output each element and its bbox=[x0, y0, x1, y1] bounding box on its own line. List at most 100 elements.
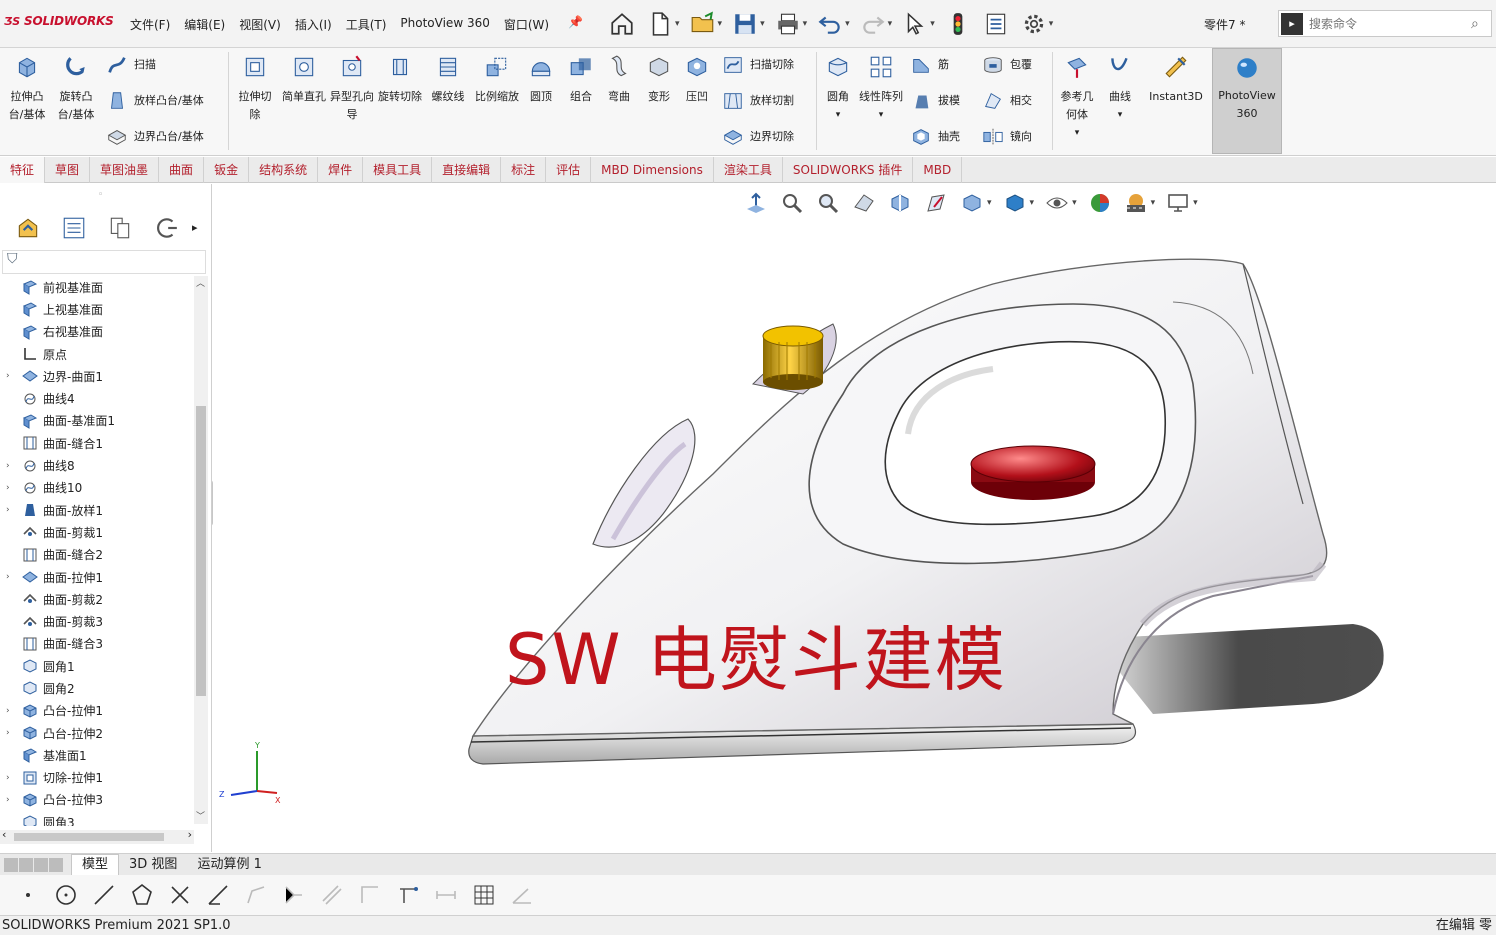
zoom-area-button[interactable] bbox=[813, 188, 843, 218]
tab-structure-system[interactable]: 结构系统 bbox=[249, 157, 319, 183]
menu-photoview[interactable]: PhotoView 360 bbox=[400, 16, 489, 33]
menu-window[interactable]: 窗口(W) bbox=[504, 16, 549, 33]
horizontal-dimension-tool[interactable] bbox=[432, 881, 460, 909]
tab-solidworks-addins[interactable]: SOLIDWORKS 插件 bbox=[783, 157, 914, 183]
solidworks-logo[interactable]: ƷS SOLIDWORKS bbox=[4, 14, 114, 28]
expand-arrow-icon[interactable]: › bbox=[6, 505, 10, 515]
lofted-cut-button[interactable]: 放样切割 bbox=[722, 86, 794, 116]
grid-tool[interactable] bbox=[470, 881, 498, 909]
tree-item[interactable]: › 切除-拉伸1 bbox=[0, 767, 194, 789]
tab-dimxpert-manager[interactable] bbox=[146, 212, 186, 244]
shell-button[interactable]: 抽壳 bbox=[910, 122, 960, 152]
tab-sketch[interactable]: 草图 bbox=[45, 157, 91, 183]
tab-evaluate[interactable]: 评估 bbox=[546, 157, 592, 183]
instant3d-button[interactable]: Instant3D bbox=[1144, 48, 1208, 106]
tab-mbd-dimensions[interactable]: MBD Dimensions bbox=[591, 157, 714, 183]
tree-item[interactable]: 原点 bbox=[0, 343, 194, 365]
loft-boss-button[interactable]: 放样凸台/基体 bbox=[106, 86, 204, 116]
fillet-button[interactable]: 圆角 ▾ bbox=[820, 48, 856, 124]
new-dropdown-caret[interactable]: ▾ bbox=[675, 19, 680, 29]
angle-dimension-tool[interactable] bbox=[508, 881, 536, 909]
helix-button[interactable]: 螺纹线 bbox=[426, 48, 470, 106]
tree-item[interactable]: › 曲线8 bbox=[0, 454, 194, 476]
tree-item[interactable]: 曲面-缝合1 bbox=[0, 432, 194, 454]
deform-button[interactable]: 变形 bbox=[640, 48, 678, 106]
boundary-cut-button[interactable]: 边界切除 bbox=[722, 122, 794, 152]
tree-item[interactable]: 曲面-缝合3 bbox=[0, 633, 194, 655]
tab-mold-tools[interactable]: 模具工具 bbox=[363, 157, 433, 183]
swept-cut-button[interactable]: 扫描切除 bbox=[722, 50, 794, 80]
options-dropdown-caret[interactable]: ▾ bbox=[1049, 19, 1054, 29]
tab-markup[interactable]: 标注 bbox=[501, 157, 547, 183]
hide-show-items-button[interactable] bbox=[1042, 188, 1072, 218]
tree-item[interactable]: › 凸台-拉伸3 bbox=[0, 789, 194, 811]
boundary-boss-button[interactable]: 边界凸台/基体 bbox=[106, 122, 204, 152]
ref-geometry-dropdown-caret[interactable]: ▾ bbox=[1056, 124, 1098, 142]
expand-arrow-icon[interactable]: › bbox=[6, 483, 10, 493]
apply-scene-button[interactable] bbox=[1121, 188, 1151, 218]
pin-icon[interactable]: 📌 bbox=[568, 15, 583, 29]
section-view-button[interactable] bbox=[885, 188, 915, 218]
tab-features[interactable]: 特征 bbox=[0, 157, 46, 183]
new-document-button[interactable] bbox=[643, 8, 677, 40]
select-button[interactable] bbox=[898, 8, 932, 40]
expand-arrow-icon[interactable]: › bbox=[6, 371, 10, 381]
tree-item[interactable]: 前视基准面 bbox=[0, 276, 194, 298]
combine-button[interactable]: 组合 bbox=[562, 48, 600, 106]
search-icon[interactable]: ⌕ bbox=[1471, 16, 1491, 32]
tree-item[interactable]: 曲面-剪裁1 bbox=[0, 521, 194, 543]
sketch-fillet-tool[interactable] bbox=[242, 881, 270, 909]
scale-button[interactable]: 比例缩放 bbox=[474, 48, 520, 106]
tab-property-manager[interactable] bbox=[54, 212, 94, 244]
tree-item[interactable]: 基准面1 bbox=[0, 744, 194, 766]
view-settings-button[interactable] bbox=[1163, 188, 1193, 218]
sweep-button[interactable]: 扫描 bbox=[106, 50, 156, 80]
tab-feature-manager[interactable] bbox=[8, 212, 48, 244]
first-tab-button[interactable] bbox=[4, 857, 18, 872]
chamfer-tool[interactable] bbox=[280, 881, 308, 909]
scroll-up-arrow[interactable]: ︿ bbox=[196, 276, 205, 289]
menu-view[interactable]: 视图(V) bbox=[239, 16, 281, 33]
construction-line-tool[interactable] bbox=[394, 881, 422, 909]
circle-tool[interactable] bbox=[52, 881, 80, 909]
hscroll-thumb[interactable] bbox=[14, 833, 164, 841]
next-tab-button[interactable] bbox=[34, 857, 48, 872]
tree-item[interactable]: › 边界-曲面1 bbox=[0, 365, 194, 387]
polygon-tool[interactable] bbox=[128, 881, 156, 909]
menu-edit[interactable]: 编辑(E) bbox=[184, 16, 225, 33]
mirror-button[interactable]: 镜向 bbox=[982, 122, 1032, 152]
tree-item[interactable]: 曲面-基准面1 bbox=[0, 410, 194, 432]
view-settings-caret[interactable]: ▾ bbox=[1193, 198, 1198, 208]
extrude-cut-button[interactable]: 拉伸切除 bbox=[234, 48, 276, 124]
save-button[interactable] bbox=[728, 8, 762, 40]
expand-arrow-icon[interactable]: › bbox=[6, 773, 10, 783]
tree-item[interactable]: › 曲面-放样1 bbox=[0, 499, 194, 521]
open-button[interactable] bbox=[686, 8, 720, 40]
hide-show-caret[interactable]: ▾ bbox=[1072, 198, 1077, 208]
print-dropdown-caret[interactable]: ▾ bbox=[803, 19, 808, 29]
rib-button[interactable]: 筋 bbox=[910, 50, 949, 80]
expand-arrow-icon[interactable]: › bbox=[6, 706, 10, 716]
previous-view-button[interactable] bbox=[849, 188, 879, 218]
expand-arrow-icon[interactable]: › bbox=[6, 795, 10, 805]
prev-tab-button[interactable] bbox=[19, 857, 33, 872]
intersect-button[interactable]: 相交 bbox=[982, 86, 1032, 116]
last-tab-button[interactable] bbox=[49, 857, 63, 872]
select-dropdown-caret[interactable]: ▾ bbox=[930, 19, 935, 29]
trim-tool[interactable] bbox=[166, 881, 194, 909]
reference-geometry-button[interactable]: 参考几何体 ▾ bbox=[1056, 48, 1098, 142]
photoview-360-button[interactable]: PhotoView 360 bbox=[1212, 48, 1282, 154]
tree-item[interactable]: 圆角3 bbox=[0, 811, 194, 826]
tree-item[interactable]: 曲面-剪裁2 bbox=[0, 588, 194, 610]
extrude-boss-button[interactable]: 拉伸凸台/基体 bbox=[6, 48, 48, 124]
expand-arrow-icon[interactable]: › bbox=[6, 572, 10, 582]
display-style-caret[interactable]: ▾ bbox=[1030, 198, 1035, 208]
draft-button[interactable]: 拔模 bbox=[910, 86, 960, 116]
indent-button[interactable]: 压凹 bbox=[678, 48, 716, 106]
tab-model[interactable]: 模型 bbox=[71, 854, 120, 875]
wrap-button[interactable]: 包覆 bbox=[982, 50, 1032, 80]
tab-surfaces[interactable]: 曲面 bbox=[159, 157, 205, 183]
view-orientation-caret[interactable]: ▾ bbox=[987, 198, 992, 208]
point-tool[interactable] bbox=[14, 881, 42, 909]
save-dropdown-caret[interactable]: ▾ bbox=[760, 19, 765, 29]
